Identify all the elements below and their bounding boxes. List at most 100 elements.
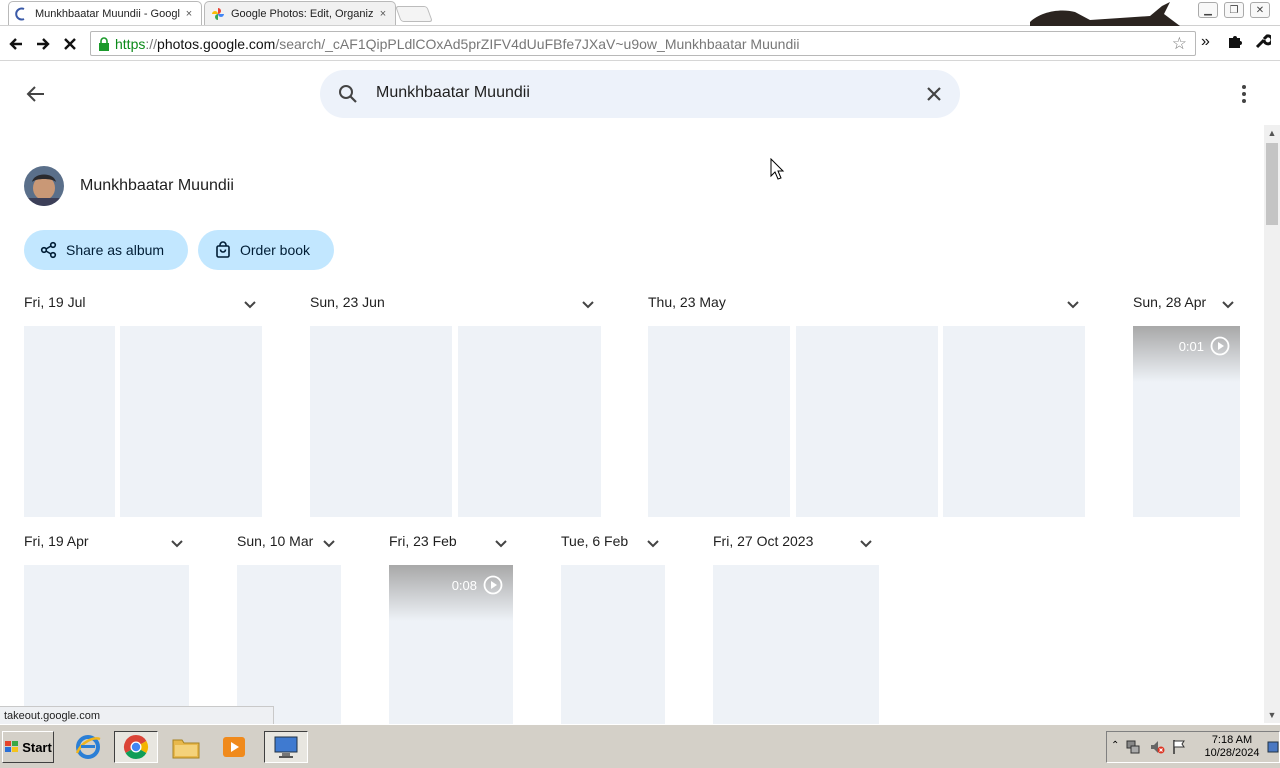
video-duration-text: 0:08 xyxy=(451,577,477,593)
photo-thumbnail[interactable] xyxy=(458,326,601,517)
play-icon xyxy=(483,575,503,595)
more-extensions-icon[interactable]: » xyxy=(1201,33,1210,51)
minimize-icon[interactable]: ▁ xyxy=(1198,2,1218,18)
theme-decoration-icon xyxy=(1030,2,1180,26)
tab-title: Munkhbaatar Muundii - Google Photos xyxy=(35,7,180,20)
video-duration-text: 0:01 xyxy=(1178,338,1204,354)
scroll-up-icon[interactable]: ▲ xyxy=(1264,125,1280,141)
search-input[interactable]: Munkhbaatar Muundii xyxy=(376,84,530,102)
chevron-down-icon[interactable] xyxy=(319,534,339,554)
clear-search-icon[interactable] xyxy=(922,82,946,111)
person-name: Munkhbaatar Muundii xyxy=(80,177,234,194)
avatar[interactable] xyxy=(24,166,64,206)
show-hidden-icons-icon[interactable]: ⌃ xyxy=(1111,740,1119,751)
tab-title: Google Photos: Edit, Organize, Search xyxy=(231,7,374,20)
show-desktop-icon[interactable] xyxy=(1267,740,1279,759)
system-tray: ⌃ 7:18 AM 10/28/2024 xyxy=(1106,731,1280,763)
order-book-label: Order book xyxy=(240,242,311,258)
photo-thumbnail[interactable] xyxy=(796,326,938,517)
clock-date: 10/28/2024 xyxy=(1204,747,1260,759)
chevron-down-icon[interactable] xyxy=(1218,295,1238,315)
photos-page: Munkhbaatar Muundii Munkhbaatar Muundii xyxy=(0,62,1264,724)
stop-loading-icon[interactable] xyxy=(58,32,82,56)
date-group-label: Sun, 23 Jun xyxy=(310,294,385,310)
volume-muted-icon[interactable] xyxy=(1149,739,1165,760)
date-group-label: Sun, 28 Apr xyxy=(1133,294,1207,310)
clock-time: 7:18 AM xyxy=(1211,734,1253,746)
video-thumbnail[interactable]: 0:01 xyxy=(1133,326,1240,517)
date-group-label: Sun, 10 Mar xyxy=(237,533,314,549)
browser-back-icon[interactable] xyxy=(4,32,28,56)
photo-thumbnail[interactable] xyxy=(943,326,1085,517)
tab-close-icon[interactable]: × xyxy=(377,8,389,20)
url-separator: :// xyxy=(145,35,158,52)
start-button[interactable]: Start xyxy=(2,731,54,763)
restore-icon[interactable]: ❐ xyxy=(1224,2,1244,18)
remote-desktop-icon[interactable] xyxy=(264,731,308,763)
search-bar[interactable]: Munkhbaatar Muundii xyxy=(320,70,960,118)
chevron-down-icon[interactable] xyxy=(856,534,876,554)
scrollbar-thumb[interactable] xyxy=(1266,143,1278,225)
photo-thumbnail[interactable] xyxy=(120,326,262,517)
bookmark-star-icon[interactable]: ☆ xyxy=(1172,34,1187,54)
extensions-puzzle-icon[interactable] xyxy=(1227,33,1243,54)
mouse-cursor-icon xyxy=(770,158,785,180)
action-center-flag-icon[interactable] xyxy=(1171,739,1187,760)
internet-explorer-icon[interactable] xyxy=(66,731,110,763)
order-book-button[interactable]: Order book xyxy=(198,230,335,270)
tab-close-icon[interactable]: × xyxy=(183,8,195,20)
more-options-icon[interactable] xyxy=(1232,80,1256,108)
new-tab-button[interactable] xyxy=(395,6,433,22)
share-as-album-button[interactable]: Share as album xyxy=(24,230,189,270)
folder-icon[interactable] xyxy=(164,731,208,763)
url-host: photos.google.com xyxy=(157,35,276,52)
window-close-icon[interactable]: ✕ xyxy=(1250,2,1270,18)
status-url-bubble: takeout.google.com xyxy=(0,706,274,724)
network-icon[interactable] xyxy=(1125,739,1141,760)
video-duration: 0:08 xyxy=(452,575,503,595)
date-group-label: Fri, 19 Jul xyxy=(24,294,86,310)
browser-tab[interactable]: Google Photos: Edit, Organize, Search × xyxy=(204,1,396,25)
browser-forward-icon[interactable] xyxy=(31,32,55,56)
date-group-label: Fri, 19 Apr xyxy=(24,533,89,549)
date-group-label: Thu, 23 May xyxy=(648,294,726,310)
window-controls: ▁ ❐ ✕ xyxy=(1198,2,1270,18)
photo-thumbnail[interactable] xyxy=(561,565,665,724)
page-scrollbar[interactable]: ▲ ▼ xyxy=(1264,125,1280,723)
google-photos-icon xyxy=(211,7,225,21)
wrench-menu-icon[interactable] xyxy=(1255,33,1274,54)
back-arrow-icon[interactable] xyxy=(22,80,50,108)
scroll-down-icon[interactable]: ▼ xyxy=(1264,707,1280,723)
chevron-down-icon[interactable] xyxy=(643,534,663,554)
chevron-down-icon[interactable] xyxy=(167,534,187,554)
start-label: Start xyxy=(22,739,52,755)
photo-thumbnail[interactable] xyxy=(237,565,341,724)
shopping-bag-icon xyxy=(214,241,232,259)
chevron-down-icon[interactable] xyxy=(578,295,598,315)
url-path: /search/_cAF1QipPLdlCOxAd5prZIFV4dUuFBfe… xyxy=(275,35,800,52)
share-as-album-label: Share as album xyxy=(66,242,165,258)
photo-thumbnail[interactable] xyxy=(24,326,115,517)
photo-thumbnail[interactable] xyxy=(310,326,452,517)
chevron-down-icon[interactable] xyxy=(491,534,511,554)
url-scheme: https xyxy=(115,35,146,52)
date-group-label: Fri, 27 Oct 2023 xyxy=(713,533,814,549)
address-bar[interactable]: https :// photos.google.com /search/_cAF… xyxy=(90,31,1196,56)
video-thumbnail[interactable]: 0:08 xyxy=(389,565,513,724)
windows-logo-icon xyxy=(5,741,19,752)
photo-thumbnail[interactable] xyxy=(713,565,879,724)
lock-icon xyxy=(93,33,115,55)
video-duration: 0:01 xyxy=(1179,336,1230,356)
browser-toolbar: https :// photos.google.com /search/_cAF… xyxy=(0,27,1280,61)
photo-thumbnail[interactable] xyxy=(24,565,189,724)
taskbar: Start ⌃ 7:18 AM 10/28/2024 xyxy=(0,724,1280,768)
date-group-label: Tue, 6 Feb xyxy=(561,533,629,549)
photo-thumbnail[interactable] xyxy=(648,326,790,517)
chevron-down-icon[interactable] xyxy=(1063,295,1083,315)
browser-tab-active[interactable]: Munkhbaatar Muundii - Google Photos × xyxy=(8,1,202,25)
search-icon[interactable] xyxy=(336,82,360,111)
clock[interactable]: 7:18 AM 10/28/2024 xyxy=(1199,734,1265,760)
media-player-icon[interactable] xyxy=(212,731,256,763)
chevron-down-icon[interactable] xyxy=(240,295,260,315)
chrome-icon[interactable] xyxy=(114,731,158,763)
